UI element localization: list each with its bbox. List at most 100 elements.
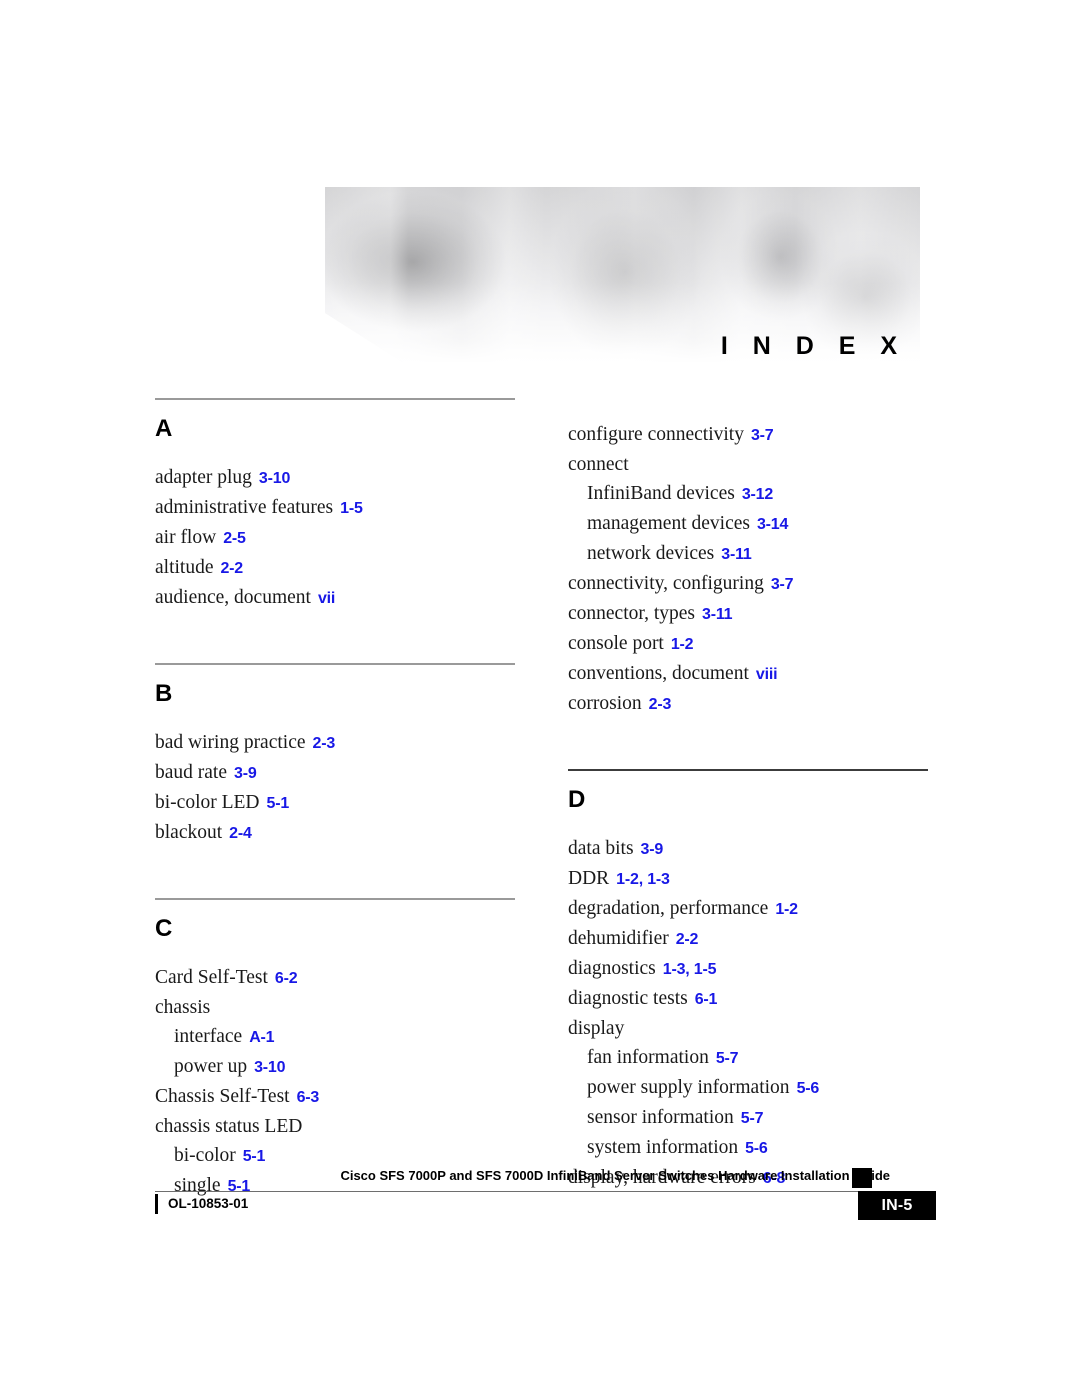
index-entry-list: configure connectivity 3-7 connect InfiniBa…	[568, 420, 928, 719]
index-entry-term: configure connectivity	[568, 424, 744, 445]
index-entry-list: bad wiring practice 2-3 baud rate 3-9 bi-col…	[155, 728, 515, 848]
footer-divider	[155, 1191, 860, 1192]
index-entry: bad wiring practice 2-3	[155, 728, 515, 758]
section-divider	[155, 898, 515, 900]
index-page-reference[interactable]: 6-2	[275, 970, 298, 987]
index-entry-term: system information	[587, 1137, 739, 1158]
index-entry-term: bi-color LED	[155, 792, 260, 813]
index-page-reference[interactable]: 1-5	[340, 500, 363, 517]
index-entry: chassis status LED	[155, 1112, 515, 1141]
section-letter-d: D	[568, 786, 586, 813]
index-entry-term: Chassis Self-Test	[155, 1086, 290, 1107]
index-page-reference[interactable]: 1-3, 1-5	[663, 961, 717, 978]
index-entry: Chassis Self-Test 6-3	[155, 1082, 515, 1112]
index-entry: display	[568, 1014, 928, 1043]
index-page-reference[interactable]: 2-2	[676, 931, 699, 948]
section-divider	[568, 769, 928, 771]
index-entry-term: corrosion	[568, 693, 642, 714]
index-entry: administrative features 1-5	[155, 493, 515, 523]
index-entry-term: power supply information	[587, 1077, 790, 1098]
page-footer: Cisco SFS 7000P and SFS 7000D InfiniBand…	[0, 1168, 1080, 1238]
index-page: I N D E X Aadapter plug 3-10 administrativ…	[0, 0, 1080, 1397]
index-page-reference[interactable]: 1-2	[671, 636, 694, 653]
index-page-reference[interactable]: 5-1	[243, 1148, 266, 1165]
footer-document-number: OL-10853-01	[168, 1196, 249, 1211]
page-title: I N D E X	[720, 332, 906, 360]
index-page-reference[interactable]: vii	[318, 590, 335, 607]
index-entry-term: management devices	[587, 513, 750, 534]
index-entry-term: blackout	[155, 822, 223, 843]
index-entry-term: air flow	[155, 527, 217, 548]
index-page-reference[interactable]: 3-11	[702, 606, 733, 623]
index-page-reference[interactable]: 1-2, 1-3	[616, 871, 670, 888]
index-entry-term: connectivity, configuring	[568, 573, 764, 594]
index-page-reference[interactable]: 3-7	[751, 427, 774, 444]
index-entry: blackout 2-4	[155, 818, 515, 848]
index-entry-term: console port	[568, 633, 664, 654]
index-entry-term: sensor information	[587, 1107, 734, 1128]
index-entry: configure connectivity 3-7	[568, 420, 928, 450]
index-entry-term: InfiniBand devices	[587, 483, 735, 504]
index-page-reference[interactable]: 3-7	[771, 576, 794, 593]
index-page-reference[interactable]: 6-3	[297, 1089, 320, 1106]
index-entry: connect	[568, 450, 928, 479]
index-subentry: network devices 3-11	[568, 539, 928, 569]
index-entry-term: administrative features	[155, 497, 334, 518]
footer-guide-title: Cisco SFS 7000P and SFS 7000D InfiniBand…	[340, 1168, 890, 1183]
index-entry: connector, types 3-11	[568, 599, 928, 629]
index-entry-term: conventions, document	[568, 663, 749, 684]
index-page-reference[interactable]: 5-6	[745, 1140, 768, 1157]
index-subentry: management devices 3-14	[568, 509, 928, 539]
index-page-reference[interactable]: 1-2	[775, 901, 798, 918]
index-entry-term: display	[568, 1018, 625, 1039]
index-entry: data bits 3-9	[568, 834, 928, 864]
index-page-reference[interactable]: 3-10	[254, 1059, 285, 1076]
index-subentry: bi-color 5-1	[155, 1141, 515, 1171]
index-entry-list: data bits 3-9 DDR 1-2, 1-3 degradation, perf…	[568, 834, 928, 1193]
index-entry-term: bi-color	[174, 1145, 236, 1166]
index-subentry: power up 3-10	[155, 1052, 515, 1082]
index-page-reference[interactable]: 3-11	[721, 546, 752, 563]
index-page-reference[interactable]: 2-2	[220, 560, 243, 577]
index-page-reference[interactable]: 5-6	[797, 1080, 820, 1097]
index-subentry: power supply information 5-6	[568, 1073, 928, 1103]
index-page-reference[interactable]: A-1	[249, 1029, 274, 1046]
index-page-reference[interactable]: 3-12	[742, 486, 773, 503]
index-page-reference[interactable]: 3-9	[641, 841, 664, 858]
index-entry: DDR 1-2, 1-3	[568, 864, 928, 894]
index-entry: corrosion 2-3	[568, 689, 928, 719]
index-entry-term: degradation, performance	[568, 898, 769, 919]
section-letter-a: A	[155, 415, 173, 442]
index-page-reference[interactable]: 3-9	[234, 765, 257, 782]
index-page-reference[interactable]: 5-7	[716, 1050, 739, 1067]
index-entry: console port 1-2	[568, 629, 928, 659]
index-entry: diagnostic tests 6-1	[568, 984, 928, 1014]
index-column-left: Aadapter plug 3-10 administrative features…	[155, 398, 515, 1201]
index-entry-term: DDR	[568, 868, 610, 889]
index-subentry: InfiniBand devices 3-12	[568, 479, 928, 509]
index-entry-term: connector, types	[568, 603, 696, 624]
index-page-reference[interactable]: 2-4	[229, 825, 252, 842]
index-page-reference[interactable]: 5-7	[741, 1110, 764, 1127]
index-entry-term: dehumidifier	[568, 928, 669, 949]
index-entry: dehumidifier 2-2	[568, 924, 928, 954]
index-entry-term: network devices	[587, 543, 715, 564]
index-entry: air flow 2-5	[155, 523, 515, 553]
section-letter-c: C	[155, 915, 173, 942]
index-subentry: fan information 5-7	[568, 1043, 928, 1073]
index-page-reference[interactable]: 2-5	[223, 530, 246, 547]
index-page-reference[interactable]: 3-10	[259, 470, 290, 487]
index-page-reference[interactable]: 5-1	[267, 795, 290, 812]
index-entry: audience, document vii	[155, 583, 515, 613]
index-page-reference[interactable]: 2-3	[313, 735, 336, 752]
index-entry: baud rate 3-9	[155, 758, 515, 788]
index-page-reference[interactable]: 3-14	[757, 516, 788, 533]
index-entry: altitude 2-2	[155, 553, 515, 583]
index-page-reference[interactable]: 6-1	[695, 991, 718, 1008]
index-page-reference[interactable]: 2-3	[649, 696, 672, 713]
section-divider	[155, 663, 515, 665]
index-page-reference[interactable]: viii	[756, 666, 778, 683]
index-entry: conventions, document viii	[568, 659, 928, 689]
